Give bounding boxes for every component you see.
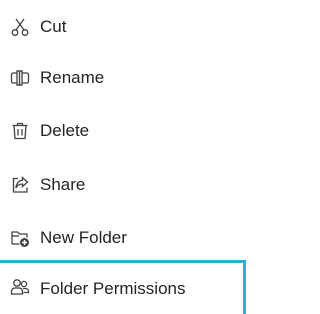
menu-item-folder-permissions[interactable]: Folder Permissions [0, 260, 246, 314]
new-folder-icon [10, 228, 30, 248]
context-menu: Cut Rename Delete Share New Folder Folde… [0, 0, 246, 314]
trash-icon [10, 121, 30, 141]
menu-item-rename[interactable]: Rename [0, 51, 246, 105]
menu-item-label: Share [40, 175, 86, 194]
focus-indicator [243, 263, 246, 314]
menu-item-label: Cut [40, 17, 67, 36]
menu-item-share[interactable]: Share [0, 158, 246, 212]
menu-item-cut[interactable]: Cut [0, 0, 246, 54]
menu-item-delete[interactable]: Delete [0, 104, 246, 158]
rename-icon [10, 68, 30, 88]
people-icon [10, 277, 30, 297]
scissors-icon [10, 17, 30, 37]
menu-item-label: Folder Permissions [40, 279, 186, 298]
menu-item-label: New Folder [40, 228, 127, 247]
share-icon [10, 175, 30, 195]
menu-item-label: Delete [40, 121, 90, 140]
menu-item-label: Rename [40, 68, 105, 87]
menu-item-new-folder[interactable]: New Folder [0, 211, 246, 265]
